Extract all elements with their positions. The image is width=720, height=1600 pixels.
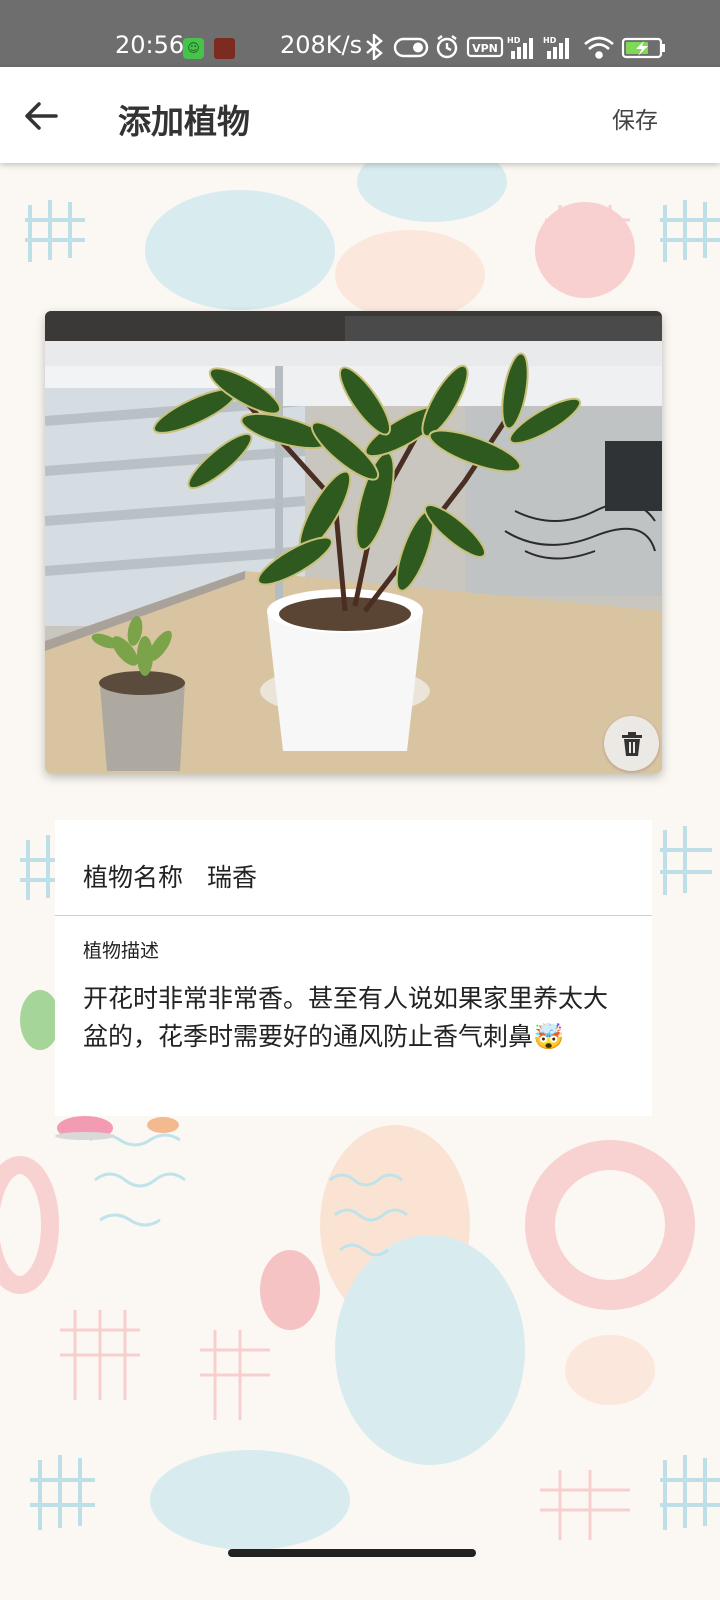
signal-hd-icon: HD [507, 36, 533, 59]
network-speed: 208K/s [280, 31, 363, 59]
app-toolbar: 添加植物 保存 [0, 67, 720, 163]
page-title: 添加植物 [118, 102, 250, 141]
decorative-background [0, 142, 720, 1550]
back-button[interactable] [18, 93, 64, 139]
wifi-icon [584, 36, 614, 59]
toggle-icon [393, 37, 429, 58]
signal-hd-icon: HD [543, 36, 569, 59]
vpn-icon: VPN [466, 36, 504, 58]
delete-photo-button[interactable] [604, 716, 659, 771]
save-button[interactable]: 保存 [612, 101, 658, 135]
plant-description-input[interactable]: 开花时非常非常香。甚至有人说如果家里养太大盆的，花季时需要好的通风防止香气刺鼻🤯 [83, 980, 623, 1056]
plant-form-card: 植物名称 瑞香 植物描述 开花时非常非常香。甚至有人说如果家里养太大盆的，花季时… [55, 820, 652, 1116]
svg-text:VPN: VPN [472, 42, 498, 55]
plant-name-input[interactable]: 瑞香 [207, 858, 257, 894]
svg-text:HD: HD [507, 36, 521, 45]
bluetooth-icon [366, 34, 383, 60]
plant-description-label: 植物描述 [83, 940, 160, 962]
gesture-nav-bar[interactable] [228, 1549, 476, 1557]
wechat-app-icon: ☺ [183, 38, 204, 59]
battery-charging-icon [621, 37, 665, 59]
status-icons: VPN HD HD [366, 34, 665, 60]
status-bar: 20:56 ☺ 208K/s VPN HD HD [0, 0, 720, 67]
plant-name-field[interactable]: 植物名称 瑞香 [55, 820, 652, 916]
svg-text:HD: HD [543, 36, 557, 45]
plant-photo-image [45, 311, 662, 773]
trash-icon [621, 731, 642, 756]
app-icon [214, 38, 235, 59]
plant-name-label: 植物名称 [83, 863, 184, 892]
status-time: 20:56 [115, 31, 185, 59]
arrow-left-icon [25, 102, 58, 130]
plant-photo[interactable] [45, 311, 662, 773]
alarm-icon [436, 35, 458, 59]
